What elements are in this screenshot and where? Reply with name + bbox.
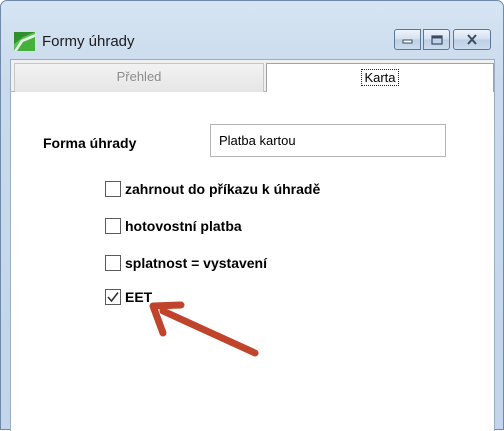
tab-prehled[interactable]: Přehled — [14, 63, 264, 92]
maximize-icon — [430, 34, 443, 45]
close-icon — [467, 34, 477, 45]
checkmark-icon — [107, 292, 119, 303]
maximize-button[interactable] — [423, 29, 450, 50]
window-title: Formy úhrady — [42, 33, 135, 50]
zahrnout-checkbox[interactable] — [105, 181, 121, 197]
tab-prehled-label: Přehled — [116, 69, 162, 84]
minimize-button[interactable] — [394, 29, 421, 50]
dialog-body: Přehled Karta — [10, 59, 495, 431]
tab-karta[interactable]: Karta — [266, 63, 494, 92]
forma-uhrady-input[interactable]: Platba kartou — [210, 124, 446, 157]
checkbox-row-zahrnout[interactable]: zahrnout do příkazu k úhradě — [105, 179, 320, 199]
splatnost-label: splatnost = vystavení — [125, 255, 268, 271]
red-arrow-annotation — [149, 301, 259, 357]
title-bar[interactable]: Formy úhrady — [1, 1, 503, 59]
close-button[interactable] — [453, 29, 491, 50]
splatnost-checkbox[interactable] — [105, 255, 121, 271]
hotovostni-label: hotovostní platba — [125, 218, 242, 234]
hotovostni-checkbox[interactable] — [105, 218, 121, 234]
tab-karta-label: Karta — [361, 69, 399, 86]
eet-checkbox[interactable] — [105, 289, 121, 305]
window: Formy úhrady Přehled Karta Forma úhrady … — [0, 0, 504, 431]
forma-uhrady-label: Forma úhrady — [43, 135, 137, 151]
zahrnout-label: zahrnout do příkazu k úhradě — [125, 181, 321, 197]
minimize-icon — [402, 39, 413, 43]
app-icon — [14, 32, 35, 51]
checkbox-row-splatnost[interactable]: splatnost = vystavení — [105, 253, 267, 273]
checkbox-row-hotovostni[interactable]: hotovostní platba — [105, 216, 242, 236]
tab-strip: Přehled Karta — [11, 60, 494, 92]
